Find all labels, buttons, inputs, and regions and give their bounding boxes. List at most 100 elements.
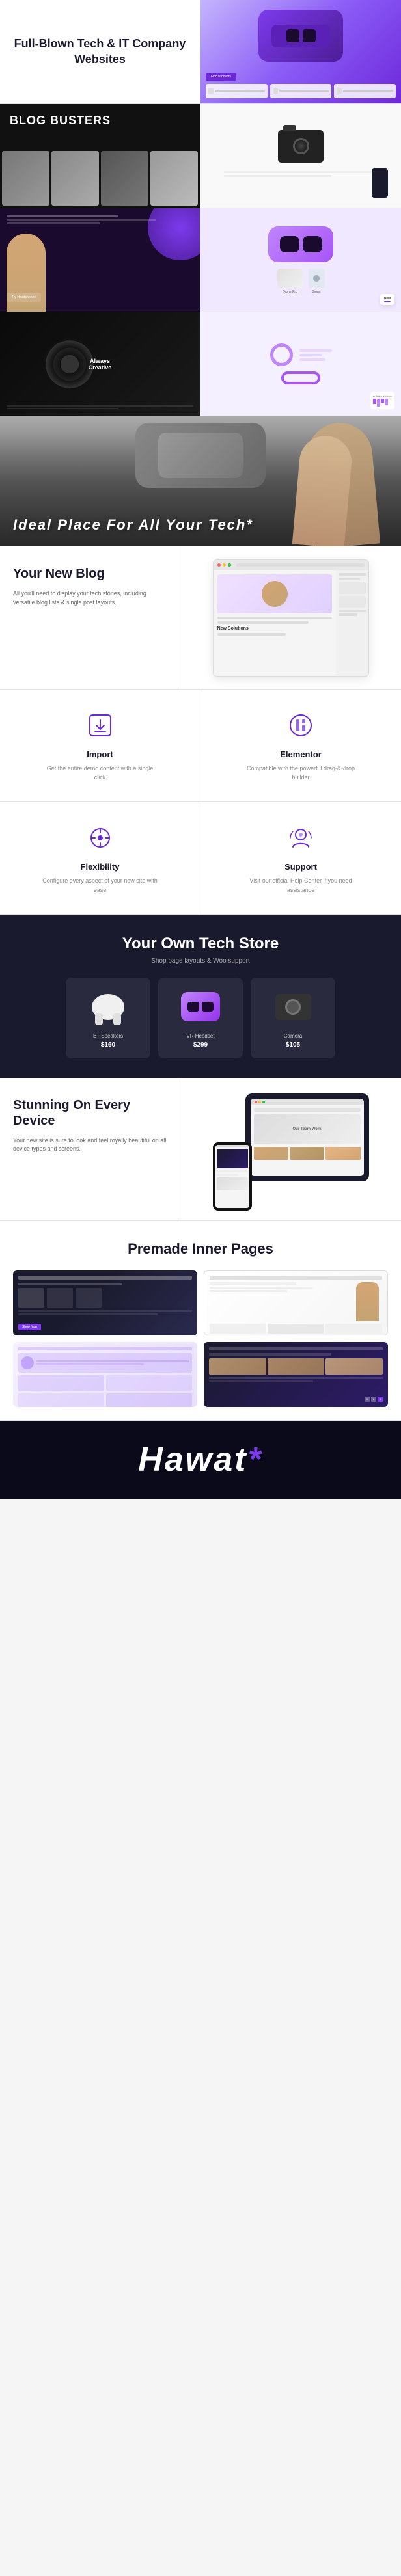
- vinyl-panel: AlwaysCreative: [0, 312, 200, 416]
- support-description: Visit our official Help Center if you ne…: [242, 877, 359, 894]
- section-new-blog: Your New Blog All you'll need to display…: [0, 546, 401, 690]
- vr-eye-right: [303, 236, 322, 252]
- camera-panel: [200, 104, 401, 208]
- import-icon: [84, 709, 117, 742]
- store-products-grid: BT Speakers $160 VR Headset $299 Camera …: [13, 978, 388, 1058]
- browser-hero-person: [262, 581, 288, 607]
- feature-elementor: Elementor Compatible with the powerful d…: [200, 690, 401, 802]
- device-description: Your new site is sure to look and feel r…: [13, 1136, 167, 1154]
- browser-hero-image: [217, 574, 332, 613]
- feature-flexibility: Flexibility Configure every aspect of yo…: [0, 802, 200, 915]
- flexibility-title: Flexibility: [81, 862, 120, 872]
- phone-mini-icon: [372, 168, 388, 198]
- product-img-2: [270, 987, 316, 1026]
- headphone-panel: Try Headphones: [0, 208, 200, 312]
- support-icon: [284, 822, 317, 854]
- hero-text-panel: Full-Blown Tech & IT Company Websites: [0, 0, 200, 103]
- browser-text-1: [217, 617, 332, 619]
- camera-icon: [278, 130, 324, 163]
- section-footer-logo: Hawat*: [0, 1421, 401, 1499]
- jewelry-panel: ■ Sales ■ Views: [200, 312, 401, 416]
- product-card-1: BT Speakers $160: [66, 978, 150, 1058]
- elementor-title: Elementor: [280, 749, 322, 759]
- browser-close-dot: [217, 563, 221, 567]
- flexibility-description: Configure every aspect of your new site …: [42, 877, 159, 894]
- inner-pages-title: Premade Inner Pages: [13, 1241, 388, 1257]
- product-price-2: $105: [260, 1041, 325, 1049]
- product-img-vr: [178, 987, 223, 1026]
- preview-numbers: 1 2 3: [365, 1397, 383, 1402]
- section-tech-store: Your Own Tech Store Shop page layouts & …: [0, 915, 401, 1078]
- import-description: Get the entire demo content with a singl…: [42, 764, 159, 782]
- camera-lens: [293, 138, 309, 154]
- section-every-device: Stunning On Every Device Your new site i…: [0, 1078, 401, 1221]
- store-title: Your Own Tech Store: [13, 935, 388, 954]
- vr-eye-left: [280, 236, 299, 252]
- blog-images-grid: [0, 149, 200, 208]
- browser-max-dot: [228, 563, 231, 567]
- store-subtitle: Shop page layouts & Woo support: [13, 958, 388, 965]
- store-header: Your Own Tech Store Shop page layouts & …: [13, 935, 388, 965]
- product-name-2: Camera: [260, 1033, 325, 1039]
- page-preview-4: 1 2 3: [204, 1342, 388, 1407]
- section-features: Import Get the entire demo content with …: [0, 690, 401, 915]
- device-title: Stunning On Every Device: [13, 1097, 167, 1129]
- elementor-description: Compatible with the powerful drag-&-drop…: [242, 764, 359, 782]
- vr-goggles-panel: Drone Pro Smart New: [200, 208, 401, 312]
- phone-mockup: [213, 1142, 252, 1211]
- flexibility-icon: [84, 822, 117, 854]
- always-creative-text: AlwaysCreative: [89, 358, 112, 371]
- browser-content: New Solutions: [214, 570, 368, 676]
- blog-info-panel: Your New Blog All you'll need to display…: [0, 546, 180, 689]
- blog-img-2: [51, 151, 99, 206]
- browser-main-content: New Solutions: [214, 570, 336, 676]
- page-preview-2: [204, 1270, 388, 1335]
- browser-sidebar: [336, 570, 368, 676]
- product-price-vr: $299: [168, 1041, 233, 1049]
- device-info-panel: Stunning On Every Device Your new site i…: [0, 1078, 180, 1220]
- import-title: Import: [87, 749, 113, 759]
- tablet-mockup: Our Team Work: [245, 1093, 369, 1181]
- blog-section-description: All you'll need to display your tech sto…: [13, 589, 167, 607]
- blog-preview-panel: New Solutions: [180, 546, 401, 689]
- support-title: Support: [284, 862, 317, 872]
- feature-support: Support Visit our official Help Center i…: [200, 802, 401, 915]
- browser-text-3: [217, 633, 286, 636]
- blog-busters-panel: BLOG BUSTERS: [0, 104, 200, 208]
- hero-title: Full-Blown Tech & IT Company Websites: [13, 36, 187, 67]
- device-preview-panel: Our Team Work: [180, 1078, 401, 1220]
- blog-img-1: [2, 151, 49, 206]
- browser-bar: [214, 560, 368, 570]
- browser-min-dot: [223, 563, 226, 567]
- mini-stats: ■ Sales ■ Views: [370, 392, 394, 409]
- section-always-creative: AlwaysCreative ■ Sales ■ Views: [0, 312, 401, 416]
- blog-img-4: [150, 151, 198, 206]
- section-ideal-place: Ideal Place For All Your Tech*: [0, 416, 401, 546]
- ideal-place-title: Ideal Place For All Your Tech*: [13, 517, 253, 533]
- browser-text-2: [217, 621, 309, 624]
- preview-nav-1: [18, 1276, 192, 1280]
- feature-import: Import Get the entire demo content with …: [0, 690, 200, 802]
- section-blog-busters: BLOG BUSTERS: [0, 104, 401, 208]
- blog-busters-title: BLOG BUSTERS: [10, 114, 111, 127]
- product-card-vr: VR Headset $299: [158, 978, 243, 1058]
- page-preview-3: [13, 1342, 197, 1407]
- vr-goggles-icon: [268, 226, 333, 262]
- hawat-logo: Hawat*: [138, 1440, 262, 1479]
- blog-section-title: Your New Blog: [13, 566, 167, 582]
- hawat-asterisk: *: [247, 1441, 262, 1479]
- find-products-btn[interactable]: Find Products: [206, 73, 236, 81]
- blog-img-3: [101, 151, 148, 206]
- elementor-icon: [284, 709, 317, 742]
- new-solutions-label: New Solutions: [217, 626, 332, 631]
- preview-btn-1[interactable]: Shop Now: [18, 1324, 41, 1330]
- tablet-team-label: Our Team Work: [254, 1114, 361, 1144]
- camera-product-icon: [275, 994, 311, 1020]
- product-price-1: $160: [76, 1041, 141, 1049]
- section-hero: Full-Blown Tech & IT Company Websites: [0, 0, 401, 104]
- page-preview-1: Shop Now: [13, 1270, 197, 1335]
- browser-mockup: New Solutions: [213, 559, 369, 677]
- product-img-1: [85, 987, 131, 1026]
- pages-preview-grid: Shop Now: [13, 1270, 388, 1407]
- product-card-2: Camera $105: [251, 978, 335, 1058]
